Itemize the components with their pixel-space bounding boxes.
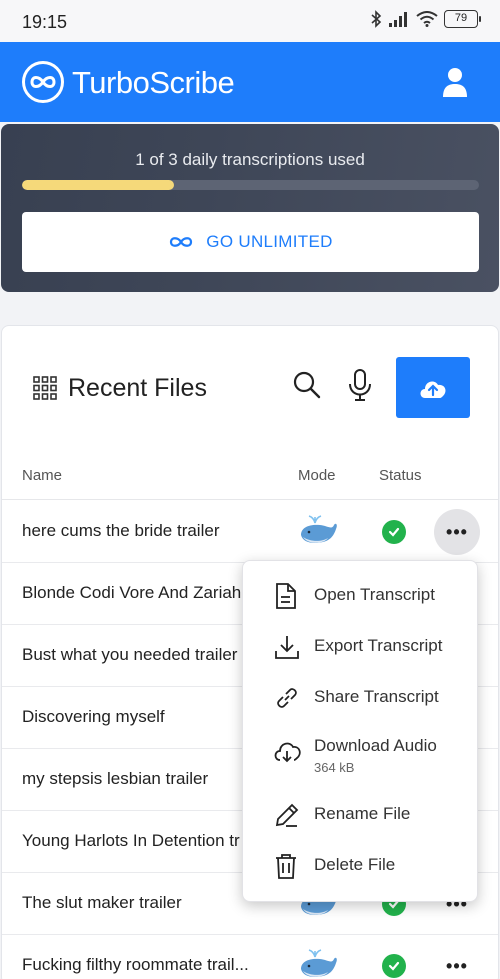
file-name: The slut maker trailer [22, 893, 182, 912]
file-name: Blonde Codi Vore And Zariah [22, 583, 242, 602]
rename-file-item[interactable]: Rename File [243, 792, 477, 838]
file-name: Discovering myself [22, 707, 165, 726]
signal-icon [389, 12, 407, 27]
file-name: Bust what you needed trailer [22, 645, 238, 664]
share-transcript-item[interactable]: Share Transcript [243, 675, 477, 721]
brand-name: TurboScribe [72, 65, 235, 100]
file-name: Young Harlots In Detention tr [22, 831, 240, 850]
cloud-download-icon [274, 742, 301, 763]
usage-card: 1 of 3 daily transcriptions used GO UNLI… [1, 124, 499, 292]
download-audio-size: 364 kB [314, 760, 355, 775]
infinity-icon [22, 61, 64, 103]
download-audio-label: Download Audio [314, 736, 437, 755]
open-transcript-item[interactable]: Open Transcript [243, 573, 477, 619]
file-name: here cums the bride trailer [22, 521, 220, 540]
whale-icon [298, 513, 338, 554]
file-row[interactable]: Fucking filthy roommate trail... ••• [2, 935, 498, 979]
usage-text: 1 of 3 daily transcriptions used [135, 150, 365, 169]
document-icon [276, 583, 296, 609]
search-icon[interactable] [292, 370, 322, 400]
usage-progress-fill [22, 180, 175, 190]
export-transcript-label: Export Transcript [314, 636, 443, 655]
column-name: Name [22, 467, 63, 484]
check-icon [382, 520, 406, 544]
column-mode: Mode [298, 467, 336, 484]
more-horizontal-icon[interactable]: ••• [434, 943, 480, 979]
cloud-upload-icon [420, 381, 446, 398]
download-icon [275, 636, 299, 659]
recent-files-title: Recent Files [68, 374, 207, 402]
microphone-icon[interactable] [347, 368, 373, 402]
file-context-menu: Open Transcript Export Transcript Share … [242, 560, 478, 902]
status-icons: 79 [370, 10, 481, 28]
battery-indicator: 79 [444, 10, 481, 28]
files-header: Recent Files [2, 326, 498, 456]
file-row[interactable]: here cums the bride trailer ••• [2, 501, 498, 563]
rename-file-label: Rename File [314, 804, 411, 823]
trash-icon [276, 854, 296, 879]
share-transcript-label: Share Transcript [314, 687, 439, 706]
user-icon[interactable] [440, 66, 470, 98]
delete-file-item[interactable]: Delete File [243, 843, 477, 889]
app-bar: TurboScribe [0, 42, 500, 122]
usage-progress-bar [22, 180, 479, 190]
pencil-icon [275, 803, 299, 827]
more-horizontal-icon[interactable]: ••• [434, 509, 480, 555]
upload-button[interactable] [396, 357, 470, 418]
export-transcript-item[interactable]: Export Transcript [243, 624, 477, 670]
file-name: Fucking filthy roommate trail... [22, 955, 249, 974]
wifi-icon [416, 11, 438, 27]
infinity-icon [170, 237, 193, 247]
check-icon [382, 954, 406, 978]
status-time: 19:15 [22, 12, 68, 32]
delete-file-label: Delete File [314, 855, 396, 874]
whale-icon [298, 947, 338, 979]
download-audio-item[interactable]: Download Audio 364 kB [243, 724, 477, 784]
link-icon [277, 688, 297, 708]
go-unlimited-label: GO UNLIMITED [206, 232, 333, 251]
column-status: Status [379, 467, 422, 484]
file-name: my stepsis lesbian trailer [22, 769, 209, 788]
grid-icon[interactable] [33, 376, 57, 400]
status-bar: 19:15 79 [0, 0, 500, 42]
bluetooth-icon [371, 10, 382, 28]
open-transcript-label: Open Transcript [314, 585, 435, 604]
go-unlimited-button[interactable]: GO UNLIMITED [22, 212, 479, 272]
table-header: Name Mode Status [2, 456, 498, 500]
